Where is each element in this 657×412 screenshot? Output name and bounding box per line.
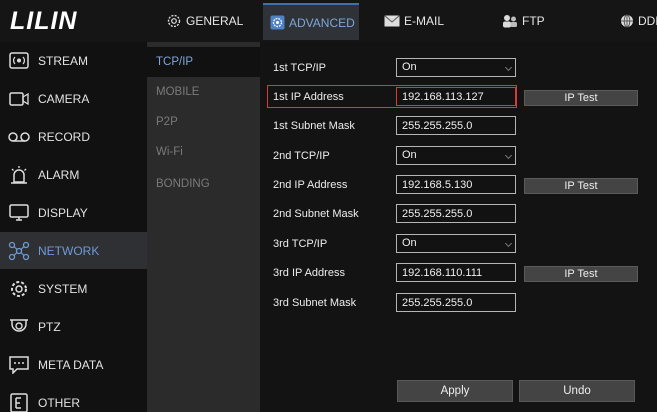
tab-advanced[interactable]: ADVANCED [263, 3, 359, 40]
top-bar: LILIN GENERAL ADVANCED E-MAIL FTP DDNS [0, 0, 657, 42]
ip-address-3-input[interactable] [396, 263, 516, 282]
sidebar-item-label: RECORD [38, 129, 91, 144]
ip-address-2-input[interactable] [396, 175, 516, 194]
system-icon [8, 278, 30, 300]
tab-email[interactable]: E-MAIL [384, 6, 444, 36]
field-label: 3rd TCP/IP [273, 238, 328, 250]
subnet-mask-3-input[interactable] [396, 293, 516, 312]
tab-general[interactable]: GENERAL [166, 6, 243, 36]
apply-button[interactable]: Apply [397, 380, 513, 402]
chevron-down-icon [504, 63, 513, 72]
form-row-2nd-subnet-mask: 2nd Subnet Mask [260, 199, 657, 229]
other-icon [8, 392, 30, 412]
sidebar-item-record[interactable]: RECORD [0, 118, 147, 155]
sidebar-item-label: OTHER [38, 395, 80, 410]
globe-icon [620, 14, 634, 28]
tab-advanced-label: ADVANCED [289, 15, 355, 30]
stream-icon [8, 50, 30, 72]
display-icon [8, 202, 30, 224]
sidebar-item-display[interactable]: DISPLAY [0, 194, 147, 231]
sidebar-item-camera[interactable]: CAMERA [0, 80, 147, 117]
subnet-mask-1-input[interactable] [396, 116, 516, 135]
record-icon [8, 126, 30, 148]
tab-general-label: GENERAL [186, 14, 244, 28]
ftp-icon [502, 14, 518, 28]
field-label: 2nd TCP/IP [273, 150, 330, 162]
tab-ftp[interactable]: FTP [502, 6, 545, 36]
lilin-logo: LILIN [10, 7, 78, 35]
sidebar-item-other[interactable]: OTHER [0, 384, 147, 412]
envelope-icon [384, 14, 400, 28]
select-value: On [402, 61, 417, 73]
camera-icon [8, 88, 30, 110]
network-icon [8, 240, 30, 262]
field-label: 3rd Subnet Mask [273, 297, 357, 309]
metadata-icon [8, 354, 30, 376]
gear-icon [166, 14, 182, 28]
select-value: On [402, 237, 417, 249]
field-label: 1st Subnet Mask [273, 120, 355, 132]
sidebar-item-label: META DATA [38, 357, 104, 372]
sidebar-item-label: ALARM [38, 167, 80, 182]
form-row-2nd-ip-address: 2nd IP Address IP Test [260, 170, 657, 200]
main-sidebar: STREAM CAMERA RECORD ALARM DISPLAY NETWO… [0, 42, 147, 412]
form-row-1st-tcpip: 1st TCP/IP On [260, 53, 657, 83]
sidebar-item-ptz[interactable]: PTZ [0, 308, 147, 345]
sidebar-item-label: DISPLAY [38, 205, 88, 220]
sidebar-item-label: PTZ [38, 319, 61, 334]
sidebar-item-label: SYSTEM [38, 281, 88, 296]
field-label: 1st IP Address [273, 91, 344, 103]
subnav-item-wifi[interactable]: Wi-Fi [147, 137, 260, 167]
sidebar-item-alarm[interactable]: ALARM [0, 156, 147, 193]
form-row-2nd-tcpip: 2nd TCP/IP On [260, 141, 657, 171]
advanced-icon [269, 15, 285, 30]
form-row-3rd-ip-address: 3rd IP Address IP Test [260, 258, 657, 288]
subnav-item-mobile[interactable]: MOBILE [147, 77, 260, 107]
tcpip-3-select[interactable]: On [396, 234, 516, 253]
undo-button[interactable]: Undo [519, 380, 635, 402]
subnav-item-p2p[interactable]: P2P [147, 107, 260, 137]
tcpip-settings-panel: 1st TCP/IP On 1st IP Address IP Test 1st… [260, 42, 657, 412]
tab-email-label: E-MAIL [404, 14, 445, 28]
select-value: On [402, 149, 417, 161]
chevron-down-icon [504, 239, 513, 248]
svg-text:LILIN: LILIN [10, 7, 78, 35]
chevron-down-icon [504, 151, 513, 160]
field-label: 3rd IP Address [273, 267, 345, 279]
sidebar-item-stream[interactable]: STREAM [0, 42, 147, 79]
form-row-1st-ip-address: 1st IP Address IP Test [260, 82, 657, 112]
ptz-icon [8, 316, 30, 338]
ip-test-3-button[interactable]: IP Test [524, 266, 638, 282]
alarm-icon [8, 164, 30, 186]
field-label: 2nd IP Address [273, 179, 348, 191]
subnav-item-bonding[interactable]: BONDING [147, 169, 260, 199]
sidebar-item-label: NETWORK [38, 243, 100, 258]
sidebar-item-label: STREAM [38, 53, 89, 68]
form-row-3rd-tcpip: 3rd TCP/IP On [260, 229, 657, 259]
form-row-1st-subnet-mask: 1st Subnet Mask [260, 111, 657, 141]
form-row-3rd-subnet-mask: 3rd Subnet Mask [260, 288, 657, 318]
ip-test-2-button[interactable]: IP Test [524, 178, 638, 194]
field-label: 1st TCP/IP [273, 62, 326, 74]
tcpip-1-select[interactable]: On [396, 58, 516, 77]
sidebar-item-network[interactable]: NETWORK [0, 232, 147, 269]
ip-address-1-input[interactable] [396, 87, 516, 106]
tab-ddns[interactable]: DDNS [620, 6, 657, 36]
field-label: 2nd Subnet Mask [273, 208, 359, 220]
tcpip-2-select[interactable]: On [396, 146, 516, 165]
subnav-item-tcpip[interactable]: TCP/IP [147, 47, 260, 77]
tab-ddns-label: DDNS [638, 14, 657, 28]
network-subnav: TCP/IP MOBILE P2P Wi-Fi BONDING [147, 42, 260, 412]
subnet-mask-2-input[interactable] [396, 204, 516, 223]
ip-test-1-button[interactable]: IP Test [524, 90, 638, 106]
sidebar-item-meta-data[interactable]: META DATA [0, 346, 147, 383]
sidebar-item-system[interactable]: SYSTEM [0, 270, 147, 307]
tab-ftp-label: FTP [522, 14, 545, 28]
sidebar-item-label: CAMERA [38, 91, 90, 106]
